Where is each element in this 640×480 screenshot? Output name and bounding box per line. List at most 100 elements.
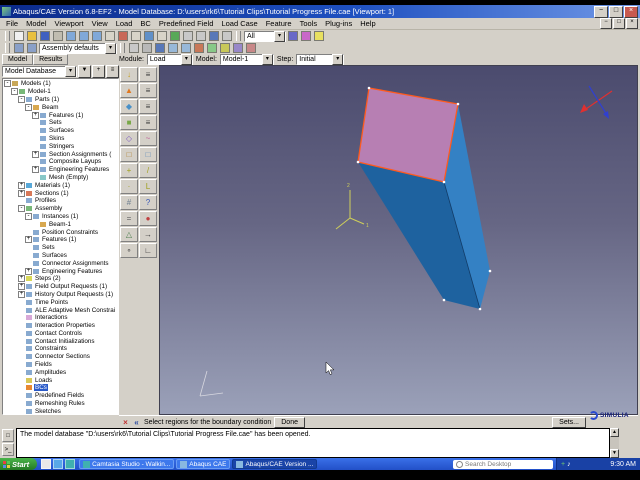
command-line-tab[interactable]: >_ [2,443,14,456]
tree-item-constraints[interactable]: Constraints [3,345,118,353]
tree-item-stringers[interactable]: Stringers [3,142,118,150]
expand-toggle-icon[interactable]: - [25,103,32,111]
measure-icon[interactable]: ∟ [139,243,157,258]
module-combo[interactable]: Load ▾ [146,54,193,65]
tree-item-bcs[interactable]: BCs [3,384,118,392]
create-datum-point-icon[interactable]: · [120,179,138,194]
tree-item-contact-initializations[interactable]: Contact Initializations [3,337,118,345]
create-datum-axis-icon[interactable]: / [139,163,157,178]
tree-root-combo[interactable]: Model Database ▾ [2,66,77,77]
menu-tools[interactable]: Tools [296,19,322,28]
color-code-icon[interactable]: ● [139,211,157,226]
tree-expand-all-icon[interactable]: + [92,65,105,78]
menu-predefined-field[interactable]: Predefined Field [155,19,218,28]
internet-explorer-icon[interactable] [53,459,64,469]
create-load-icon[interactable]: ↓ [120,67,138,82]
tree-item-connector-sections[interactable]: Connector Sections [3,353,118,361]
selection-filter-combo[interactable]: All ▾ [244,30,286,42]
pan-view-icon[interactable] [104,31,116,42]
print-icon[interactable] [52,31,64,42]
tree-item-surfaces[interactable]: Surfaces [3,127,118,135]
tree-item-predefined-fields[interactable]: Predefined Fields [3,392,118,400]
tree-item-sets[interactable]: Sets [3,119,118,127]
front-view-icon[interactable] [182,31,194,42]
load-case-manager-icon[interactable]: ≡ [139,115,157,130]
tree-item-time-points[interactable]: Time Points [3,298,118,306]
expand-toggle-icon[interactable]: + [32,166,39,174]
tree-item-interactions[interactable]: Interactions [3,314,118,322]
box-zoom-icon[interactable] [156,31,168,42]
create-viewport-icon[interactable] [65,31,77,42]
tree-item-history-output-requests-1[interactable]: + History Output Requests (1) [3,290,118,299]
hidden-line-style-icon[interactable] [141,43,153,54]
create-surface-icon[interactable]: □ [139,147,157,162]
tree-item-instances-1[interactable]: - Instances (1) [3,212,118,221]
cycle-views-icon[interactable] [169,31,181,42]
expand-toggle-icon[interactable]: + [18,283,25,291]
rotate-view-icon[interactable] [117,31,129,42]
create-datum-csys-icon[interactable]: L [139,179,157,194]
tree-item-ale-adaptive-mesh-constrai[interactable]: ALE Adaptive Mesh Constrai [3,306,118,314]
create-predefined-field-icon[interactable]: ◆ [120,99,138,114]
tree-item-connector-assignments[interactable]: Connector Assignments [3,259,118,267]
sets-button[interactable]: Sets... [552,417,586,428]
query-info-icon[interactable] [287,31,299,42]
tree-item-models-1[interactable]: - Models (1) [3,80,118,88]
menu-feature[interactable]: Feature [262,19,296,28]
tile-horizontal-icon[interactable] [91,31,103,42]
task-abaqus-cae[interactable]: Abaqus CAE [176,459,231,469]
menu-bc[interactable]: BC [136,19,154,28]
menu-help[interactable]: Help [356,19,379,28]
menu-viewport[interactable]: Viewport [51,19,88,28]
expand-toggle-icon[interactable]: - [18,205,25,213]
tree-item-profiles[interactable]: Profiles [3,197,118,205]
expand-toggle-icon[interactable]: - [25,212,32,220]
expand-toggle-icon[interactable]: + [32,111,39,119]
tree-item-model-1[interactable]: - Model-1 [3,88,118,96]
view-cut-icon[interactable] [193,43,205,54]
magnify-view-icon[interactable] [130,31,142,42]
tree-item-sketches[interactable]: Sketches [3,407,118,414]
tree-item-engineering-features[interactable]: + Engineering Features [3,267,118,275]
open-icon[interactable] [26,31,38,42]
create-bc-icon[interactable]: ▲ [120,83,138,98]
help-icon[interactable] [313,31,325,42]
tree-item-materials-1[interactable]: + Materials (1) [3,181,118,189]
expand-toggle-icon[interactable]: + [18,290,25,298]
expand-toggle-icon[interactable]: + [25,236,32,244]
expand-toggle-icon[interactable]: + [25,267,32,275]
tree-item-section-assignments[interactable]: + Section Assignments ( [3,150,118,158]
query-information-icon[interactable]: ? [139,195,157,210]
expand-toggle-icon[interactable]: + [18,275,25,283]
menu-plug-ins[interactable]: Plug-ins [321,19,356,28]
search-desktop-input[interactable]: Search Desktop [453,459,553,469]
close-button[interactable]: × [624,5,638,18]
tree-item-remeshing-rules[interactable]: Remeshing Rules [3,400,118,408]
create-load-case-icon[interactable]: ■ [120,115,138,130]
expand-toggle-icon[interactable]: - [4,80,11,88]
create-datum-plane-icon[interactable]: + [120,163,138,178]
tree-item-sections-1[interactable]: + Sections (1) [3,189,118,197]
menu-load[interactable]: Load [112,19,137,28]
tree-item-composite-layups[interactable]: Composite Layups [3,158,118,166]
tree-item-mesh-empty[interactable]: Mesh (Empty) [3,174,118,182]
translate-instance-icon[interactable]: → [139,227,157,242]
minimize-button[interactable]: − [594,5,608,18]
tree-item-surfaces[interactable]: Surfaces [3,252,118,260]
tree-item-features-1[interactable]: + Features (1) [3,111,118,119]
create-field-icon[interactable]: ◇ [120,131,138,146]
load-manager-icon[interactable]: ≡ [139,67,157,82]
tree-item-field-output-requests-1[interactable]: + Field Output Requests (1) [3,283,118,291]
antivirus-tray-icon[interactable]: + [561,461,565,468]
shaded-style-icon[interactable] [154,43,166,54]
done-button[interactable]: Done [274,416,305,428]
create-set-icon[interactable]: □ [120,147,138,162]
superimpose-icon[interactable] [206,43,218,54]
wireframe-style-icon[interactable] [128,43,140,54]
tree-item-beam-1[interactable]: Beam-1 [3,220,118,228]
tree-item-interaction-properties[interactable]: Interaction Properties [3,322,118,330]
new-model-icon[interactable] [13,31,25,42]
message-area-tab[interactable]: □ [2,429,14,442]
viewport-restore-button[interactable]: □ [613,18,625,29]
tree-item-assembly[interactable]: - Assembly [3,205,118,213]
